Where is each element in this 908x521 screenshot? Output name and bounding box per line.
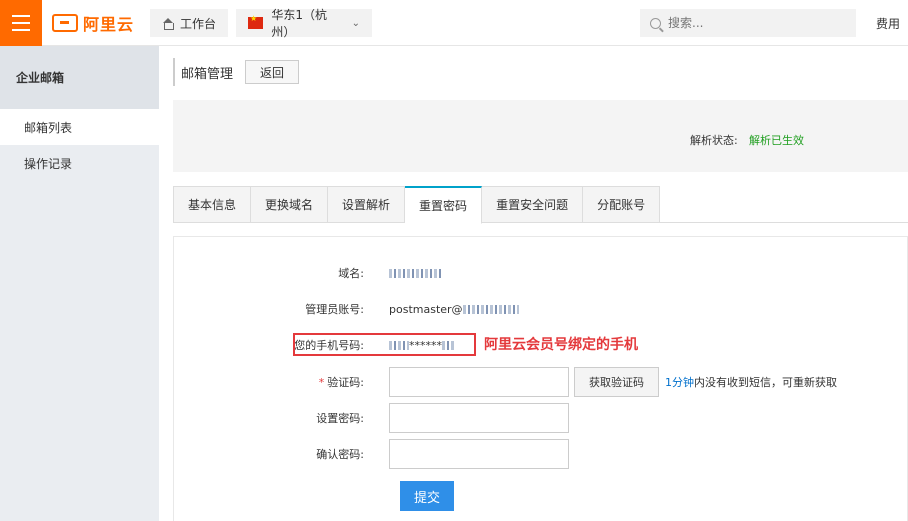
code-hint-text: 内没有收到短信，可重新获取 (694, 376, 837, 389)
workbench-label: 工作台 (180, 16, 217, 31)
resolve-status-label: 解析状态: (690, 134, 738, 147)
redacted-domain (389, 269, 441, 278)
required-mark: * (318, 376, 325, 389)
get-code-button[interactable]: 获取验证码 (574, 367, 659, 397)
phone-highlight-box (293, 333, 476, 356)
aliyun-logo-icon (52, 14, 78, 32)
reset-password-form: 域名: 管理员账号: postmaster@ 您的手机号码: ****** 阿里… (173, 236, 908, 521)
search-input[interactable] (668, 16, 828, 30)
china-flag-icon (248, 14, 264, 29)
tab-reset-password[interactable]: 重置密码 (405, 186, 483, 224)
domain-row: 域名: (174, 265, 441, 281)
menu-icon[interactable] (0, 0, 42, 46)
redacted-admin-domain (462, 305, 519, 314)
domain-label: 域名: (338, 267, 364, 280)
tab-basic-info[interactable]: 基本信息 (173, 186, 252, 223)
password-row: 设置密码: (174, 403, 569, 433)
submit-button[interactable]: 提交 (400, 481, 454, 511)
region-selector[interactable]: 华东1（杭州） ⌄ (236, 8, 372, 39)
page-header: 邮箱管理 返回 (173, 58, 300, 86)
tab-change-domain[interactable]: 更换域名 (251, 186, 329, 223)
fee-link[interactable]: 费用 (876, 15, 900, 32)
confirm-password-input[interactable] (389, 439, 569, 469)
tab-bar: 基本信息 更换域名 设置解析 重置密码 重置安全问题 分配账号 (173, 186, 908, 224)
logo-text: 阿里云 (83, 15, 135, 34)
top-bar: 阿里云 工作台 华东1（杭州） ⌄ 费用 (0, 0, 908, 46)
search-icon (650, 17, 661, 29)
sidebar: 企业邮箱 邮箱列表 操作记录 (0, 46, 159, 521)
tab-assign-account[interactable]: 分配账号 (583, 186, 661, 223)
verification-code-input[interactable] (389, 367, 569, 397)
aliyun-logo[interactable]: 阿里云 (52, 12, 134, 34)
chevron-down-icon: ⌄ (351, 17, 360, 29)
admin-label: 管理员账号: (305, 303, 364, 316)
admin-value-prefix: postmaster@ (389, 302, 463, 316)
home-icon (162, 17, 174, 30)
admin-value: postmaster@ (389, 303, 519, 316)
code-label-wrap: * 验证码: (174, 374, 374, 390)
workbench-button[interactable]: 工作台 (150, 9, 229, 37)
header-divider (173, 58, 175, 86)
search-box[interactable] (640, 9, 856, 37)
password-input[interactable] (389, 403, 569, 433)
sidebar-title: 企业邮箱 (0, 46, 159, 109)
sidebar-item-mailbox-list[interactable]: 邮箱列表 (0, 109, 159, 145)
region-label: 华东1（杭州） (271, 8, 328, 39)
password-label: 设置密码: (316, 412, 364, 425)
domain-value (389, 267, 441, 280)
phone-annotation: 阿里云会员号绑定的手机 (484, 337, 638, 353)
code-hint-time: 1分钟 (665, 376, 694, 389)
confirm-row: 确认密码: (174, 439, 569, 469)
page-title: 邮箱管理 (181, 66, 234, 82)
back-button[interactable]: 返回 (245, 60, 300, 84)
tab-set-resolve[interactable]: 设置解析 (328, 186, 406, 223)
tab-reset-security-question[interactable]: 重置安全问题 (482, 186, 584, 223)
code-row: * 验证码: 获取验证码 1分钟内没有收到短信，可重新获取 (174, 367, 837, 397)
main-content: 邮箱管理 返回 解析状态: 解析已生效 基本信息 更换域名 设置解析 重置密码 … (159, 46, 908, 521)
code-hint: 1分钟内没有收到短信，可重新获取 (665, 374, 837, 390)
confirm-label: 确认密码: (316, 448, 364, 461)
sidebar-item-operation-log[interactable]: 操作记录 (0, 145, 159, 181)
admin-row: 管理员账号: postmaster@ (174, 301, 519, 317)
status-panel: 解析状态: 解析已生效 (173, 100, 908, 172)
resolve-status-value: 解析已生效 (749, 134, 804, 147)
code-label: 验证码: (327, 376, 364, 389)
